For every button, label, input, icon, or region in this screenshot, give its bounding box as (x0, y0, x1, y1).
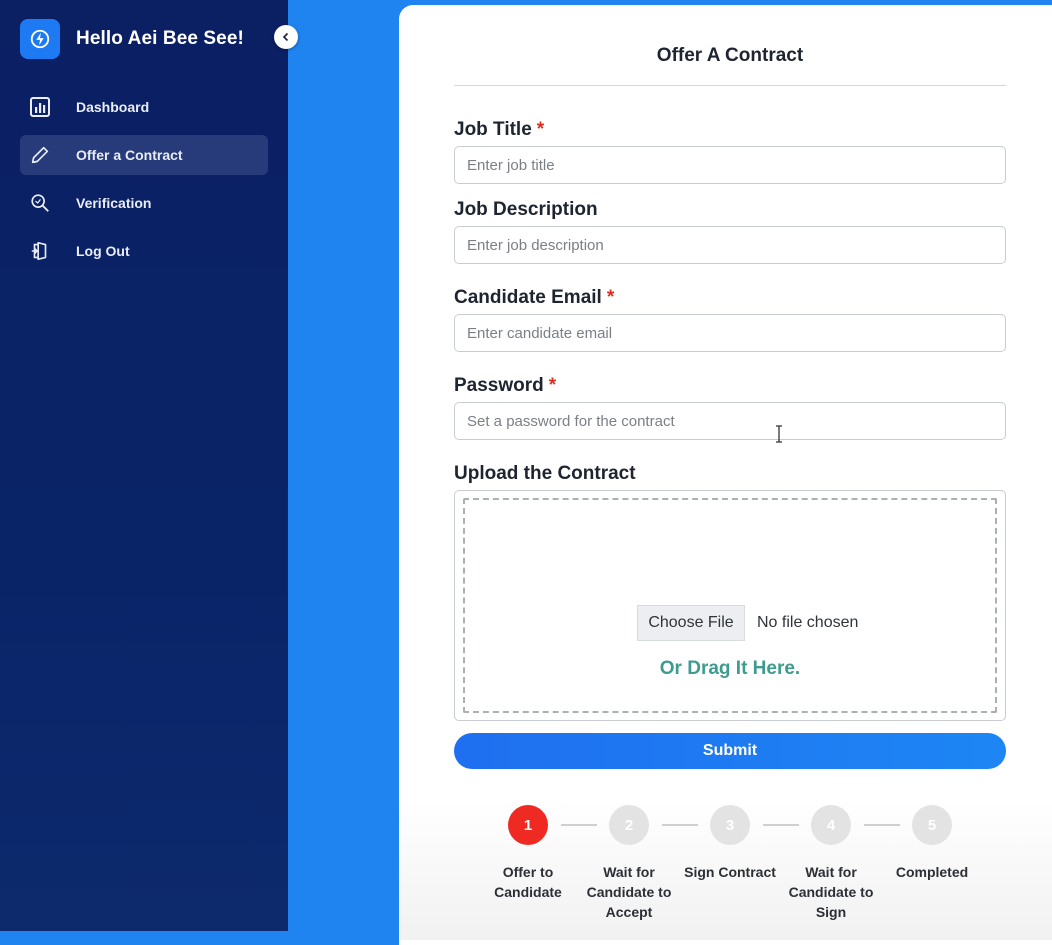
step-label: Wait for Candidate to Sign (788, 864, 874, 920)
step-1: 1 Offer to Candidate (473, 805, 583, 902)
step-label: Wait for Candidate to Accept (586, 864, 672, 920)
step-number: 2 (609, 805, 649, 845)
candidate-email-input[interactable] (454, 314, 1006, 352)
page-title: Offer A Contract (656, 45, 804, 66)
label-text: Password (454, 375, 544, 396)
collapse-sidebar-button[interactable] (274, 25, 298, 49)
sidebar-item-logout[interactable]: Log Out (20, 231, 268, 271)
candidate-email-label: Candidate Email * (454, 287, 614, 309)
step-label: Sign Contract (684, 864, 776, 880)
password-label: Password * (454, 375, 556, 397)
choose-file-button[interactable]: Choose File (637, 605, 745, 641)
job-description-input[interactable] (454, 226, 1006, 264)
file-input: Choose File No file chosen (637, 605, 858, 641)
drag-hint-text: Or Drag It Here. (659, 658, 801, 679)
submit-button[interactable]: Submit (454, 733, 1006, 769)
sidebar-item-verification[interactable]: Verification (20, 183, 268, 223)
upload-label: Upload the Contract (454, 463, 636, 484)
job-title-input[interactable] (454, 146, 1006, 184)
step-number: 1 (508, 805, 548, 845)
sidebar-item-label: Verification (76, 195, 152, 211)
dropzone-dashed-area: Choose File No file chosen Or Drag It He… (463, 498, 997, 713)
text-cursor-icon (776, 425, 782, 443)
step-number: 3 (710, 805, 750, 845)
step-2: 2 Wait for Candidate to Accept (574, 805, 684, 922)
sidebar-item-dashboard[interactable]: Dashboard (20, 87, 268, 127)
required-mark: * (536, 119, 545, 140)
brand: Hello Aei Bee See! (20, 19, 244, 59)
sidebar-item-label: Offer a Contract (76, 147, 183, 163)
sidebar-nav: Dashboard Offer a Contract Verification (20, 87, 268, 279)
step-number: 4 (811, 805, 851, 845)
required-mark: * (606, 287, 615, 308)
step-number: 5 (912, 805, 952, 845)
step-5: 5 Completed (877, 805, 987, 882)
job-description-label: Job Description (454, 199, 598, 220)
sidebar-item-label: Dashboard (76, 99, 150, 115)
title-divider (454, 85, 1006, 86)
step-4: 4 Wait for Candidate to Sign (776, 805, 886, 922)
step-label: Completed (895, 864, 969, 880)
offer-contract-panel: Offer A Contract Job Title* Job Descript… (399, 5, 1052, 945)
step-label: Offer to Candidate (494, 864, 562, 900)
logout-icon (28, 239, 52, 263)
label-text: Candidate Email (454, 287, 602, 308)
bar-chart-icon (28, 95, 52, 119)
job-title-label: Job Title * (454, 119, 544, 141)
chevron-left-icon (282, 32, 289, 42)
lightning-logo-icon (20, 19, 60, 59)
required-mark: * (548, 375, 557, 396)
sidebar-item-offer-contract[interactable]: Offer a Contract (20, 135, 268, 175)
password-input[interactable] (454, 402, 1006, 440)
upload-dropzone[interactable]: Choose File No file chosen Or Drag It He… (454, 490, 1006, 721)
file-status-text: No file chosen (757, 614, 859, 631)
sidebar-item-label: Log Out (76, 243, 130, 259)
sidebar: Hello Aei Bee See! Dashboard Offer a Con… (0, 0, 288, 931)
greeting-title: Hello Aei Bee See! (76, 28, 244, 49)
label-text: Job Title (454, 119, 532, 140)
search-icon (28, 191, 52, 215)
pencil-icon (28, 143, 52, 167)
step-3: 3 Sign Contract (675, 805, 785, 882)
